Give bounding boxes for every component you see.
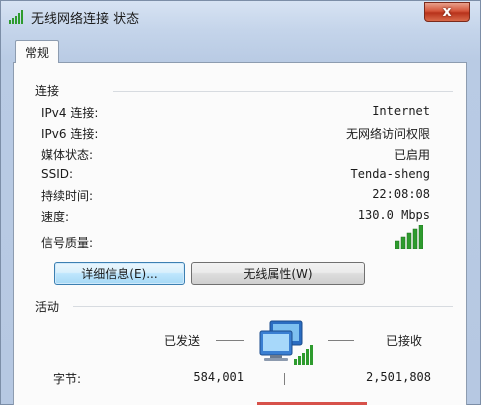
ipv6-label: IPv6 连接:	[41, 127, 99, 141]
tab-general[interactable]: 常规	[15, 40, 59, 63]
details-button-label: 详细信息(E)...	[81, 267, 158, 281]
window-title: 无线网络连接 状态	[31, 12, 140, 27]
bytes-sent-value: 584,001	[193, 370, 244, 384]
activity-section-title: 活动	[35, 300, 60, 314]
sent-connector	[216, 340, 244, 341]
bytes-received-value: 2,501,808	[365, 370, 431, 384]
ipv6-value: 无网络访问权限	[345, 127, 430, 141]
wireless-properties-button[interactable]: 无线属性(W)	[191, 262, 365, 285]
details-button[interactable]: 详细信息(E)...	[54, 262, 185, 285]
bytes-label: 字节:	[53, 372, 82, 386]
activity-divider	[73, 306, 453, 307]
close-button[interactable]: x	[424, 2, 470, 22]
tab-label: 常规	[24, 45, 49, 60]
sent-label: 已发送	[164, 334, 201, 348]
wireless-properties-button-label: 无线属性(W)	[243, 267, 313, 281]
speed-label: 速度:	[41, 210, 70, 224]
connection-divider	[113, 91, 453, 92]
bytes-divider	[284, 373, 285, 385]
network-computers-icon	[259, 320, 313, 365]
speed-value: 130.0 Mbps	[357, 208, 430, 222]
wireless-signal-icon	[395, 225, 423, 249]
ssid-label: SSID:	[41, 167, 74, 181]
connection-section-title: 连接	[35, 84, 60, 98]
duration-label: 持续时间:	[41, 189, 94, 203]
ipv4-label: IPv4 连接:	[41, 106, 99, 120]
status-window: 无线网络连接 状态 x 常规 连接 IPv4 连接: Internet IPv6…	[0, 0, 481, 405]
signal-quality-label: 信号质量:	[41, 236, 94, 250]
media-state-value: 已启用	[393, 148, 430, 162]
received-label: 已接收	[386, 334, 423, 348]
wireless-signal-icon	[9, 10, 23, 24]
media-state-label: 媒体状态:	[41, 148, 94, 162]
ipv4-value: Internet	[372, 104, 430, 118]
close-icon: x	[442, 4, 452, 20]
duration-value: 22:08:08	[372, 187, 430, 201]
ssid-value: Tenda-sheng	[350, 167, 430, 181]
title-bar[interactable]: 无线网络连接 状态 x	[1, 1, 480, 33]
received-connector	[328, 340, 354, 341]
